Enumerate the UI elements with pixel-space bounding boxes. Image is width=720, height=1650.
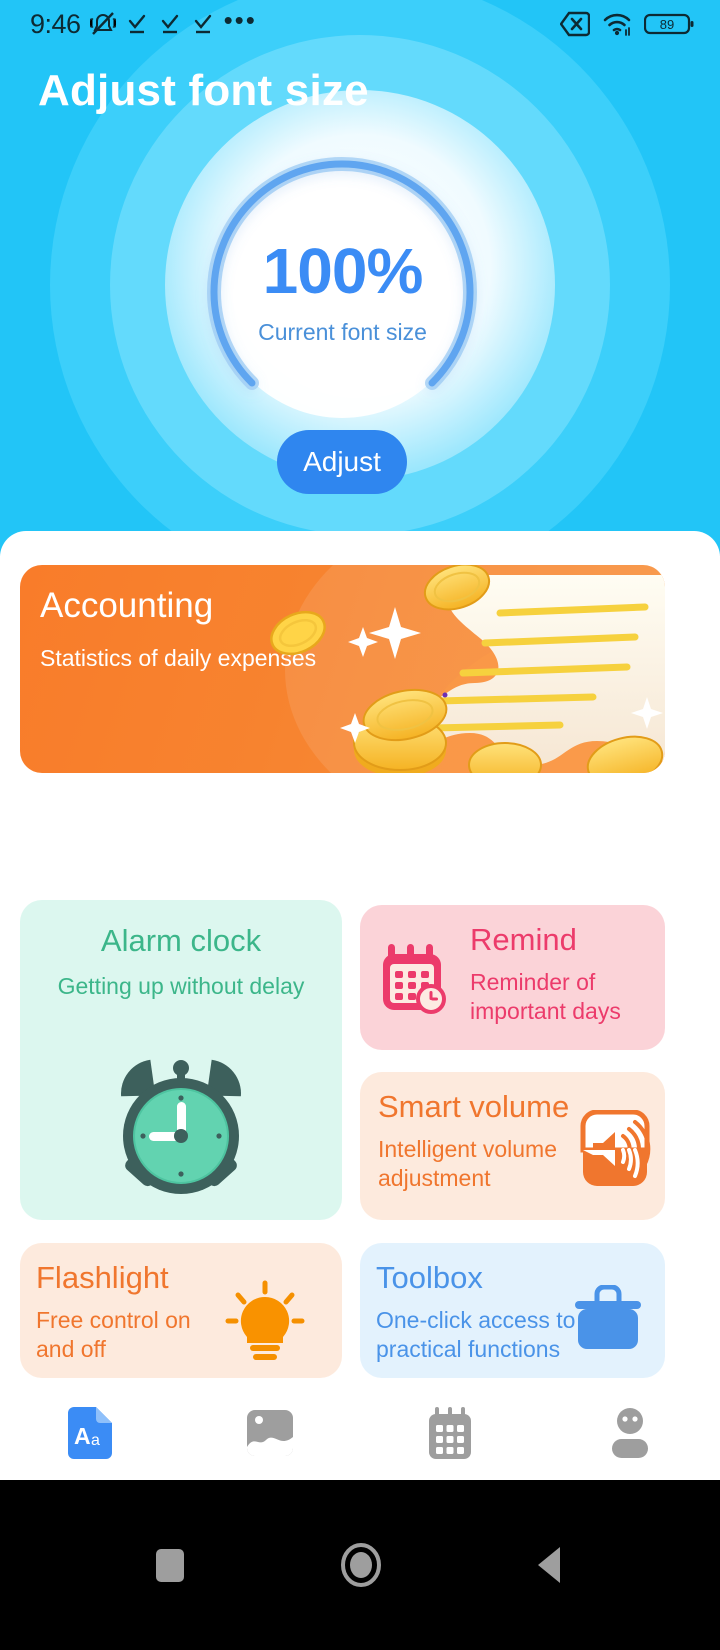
gauge-label: Current font size [258, 318, 427, 345]
recents-square-icon [156, 1549, 184, 1582]
card-toolbox-title: Toolbox [376, 1260, 483, 1295]
card-flashlight-subtitle: Free control on and off [36, 1307, 191, 1362]
svg-text:A: A [74, 1423, 91, 1449]
card-alarm-clock[interactable]: Alarm clock Getting up without delay [20, 900, 342, 1220]
card-alarm-clock-subtitle: Getting up without delay [57, 973, 305, 999]
card-smart-volume[interactable]: Smart volume Intelligent volume adjustme… [360, 1072, 665, 1220]
battery-icon: 89 [644, 13, 694, 35]
recents-button[interactable] [152, 1543, 188, 1587]
sim-x-icon [560, 11, 590, 37]
check-icon [161, 14, 178, 34]
back-button[interactable] [534, 1543, 568, 1587]
speaker-icon [580, 1110, 651, 1186]
card-flashlight[interactable]: Flashlight Free control on and off [20, 1243, 342, 1378]
tab-profile[interactable] [540, 1385, 720, 1480]
lightbulb-icon [225, 1280, 305, 1360]
gauge-readout: 100% Current font size [180, 140, 505, 450]
calendar-grid-icon [429, 1406, 471, 1459]
accounting-banner[interactable]: Accounting Statistics of daily expenses [20, 565, 665, 773]
person-icon [612, 1407, 648, 1458]
coins-receipt-illustration [340, 565, 665, 773]
calendar-clock-icon [383, 944, 446, 1014]
system-navigation-bar [0, 1480, 720, 1650]
font-document-icon: A a [68, 1406, 112, 1459]
home-circle-icon [341, 1543, 381, 1587]
status-bar-left: 9:46 ••• [30, 5, 257, 40]
mute-icon [89, 12, 116, 35]
tab-image[interactable] [180, 1385, 360, 1480]
card-smart-volume-title: Smart volume [378, 1089, 570, 1124]
more-dots-icon: ••• [223, 5, 257, 35]
back-triangle-icon [538, 1547, 560, 1583]
wifi-icon [603, 13, 631, 36]
image-photo-icon [247, 1409, 293, 1456]
check-icon [194, 14, 211, 34]
home-button[interactable] [338, 1542, 384, 1588]
battery-level: 89 [660, 17, 674, 32]
font-size-gauge[interactable]: 100% Current font size [180, 140, 505, 450]
banner-coin-icon [270, 610, 326, 656]
card-remind-title: Remind [470, 922, 577, 957]
card-alarm-clock-title: Alarm clock [100, 923, 262, 958]
status-bar: 9:46 ••• 89 [0, 0, 720, 48]
gauge-value: 100% [262, 234, 424, 307]
svg-text:a: a [91, 1432, 100, 1449]
status-time: 9:46 [30, 8, 81, 39]
briefcase-icon [575, 1285, 641, 1349]
tab-calendar[interactable] [360, 1385, 540, 1480]
bottom-tab-bar: A a [0, 1385, 720, 1480]
card-remind[interactable]: Remind Reminder of important days [360, 905, 665, 1050]
card-toolbox-subtitle: One-click access to practical functions [376, 1307, 576, 1362]
card-remind-subtitle: Reminder of important days [470, 969, 621, 1024]
status-bar-right: 89 [560, 11, 694, 37]
adjust-button[interactable]: Adjust [277, 430, 407, 494]
card-toolbox[interactable]: Toolbox One-click access to practical fu… [360, 1243, 665, 1378]
card-smart-volume-subtitle: Intelligent volume adjustment [378, 1136, 557, 1191]
alarm-clock-icon [121, 1059, 241, 1194]
page-title: Adjust font size [38, 66, 369, 115]
check-icon [128, 14, 145, 34]
card-flashlight-title: Flashlight [36, 1260, 169, 1295]
tab-font[interactable]: A a [0, 1385, 180, 1480]
